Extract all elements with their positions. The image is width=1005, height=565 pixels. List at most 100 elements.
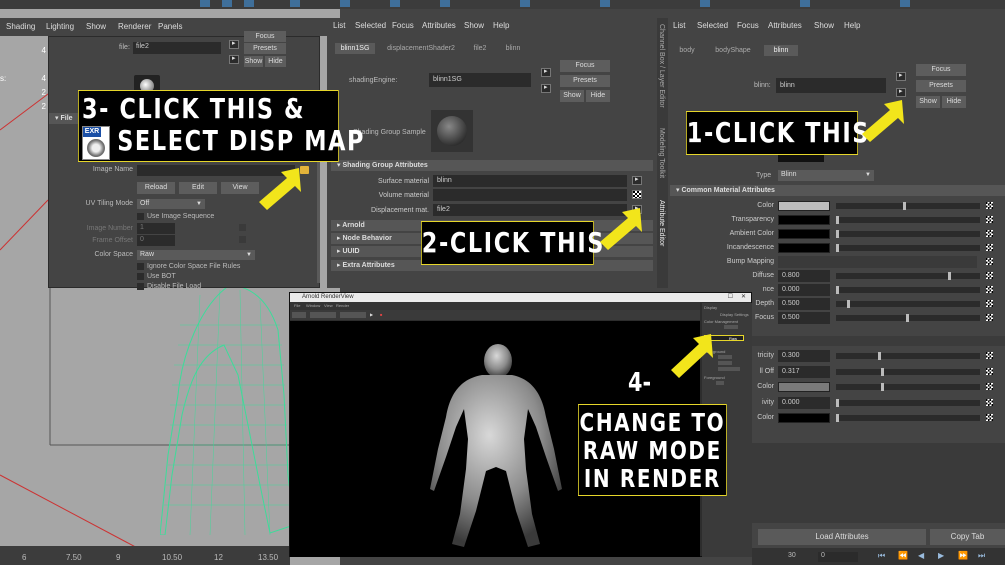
show-button[interactable]: Show — [916, 96, 940, 108]
attr-slider[interactable] — [836, 398, 980, 407]
close-icon[interactable]: ✕ — [741, 293, 746, 302]
slider-knob[interactable] — [948, 272, 951, 280]
volume-material-field[interactable] — [433, 189, 627, 201]
attr-slider[interactable] — [836, 216, 980, 224]
attr-slider[interactable] — [836, 286, 980, 294]
attr-number-field[interactable]: 0.500 — [778, 298, 830, 310]
menu-renderer[interactable]: Renderer — [118, 22, 151, 31]
attr-field[interactable] — [778, 256, 977, 268]
blinn-node-field[interactable]: blinn — [776, 78, 886, 93]
map-button-checker-icon[interactable] — [986, 398, 993, 406]
go-start-icon[interactable]: ⏮ — [878, 551, 885, 561]
map-button-checker-icon[interactable] — [986, 414, 993, 421]
menu-selected[interactable]: Selected — [355, 21, 386, 30]
menu-help[interactable]: Help — [844, 21, 860, 30]
shading-engine-field[interactable]: blinn1SG — [429, 73, 531, 87]
attr-number-field[interactable]: 0.500 — [778, 312, 830, 324]
menu-view[interactable]: View — [324, 303, 333, 308]
show-button[interactable]: Show — [560, 90, 584, 102]
section-file[interactable]: ▾ File — [49, 113, 79, 124]
slider-knob[interactable] — [906, 314, 909, 322]
menu-show[interactable]: Show — [814, 21, 834, 30]
stop-icon[interactable]: ■ — [380, 312, 382, 317]
map-button-checker-icon[interactable] — [986, 286, 993, 293]
menu-help[interactable]: Help — [493, 21, 509, 30]
tool-icon[interactable] — [600, 0, 610, 7]
attr-number-field[interactable]: 0.300 — [778, 350, 830, 362]
hide-button[interactable]: Hide — [265, 56, 286, 67]
map-button-checker-icon[interactable] — [986, 216, 993, 223]
attr-slider[interactable] — [836, 414, 980, 422]
view-button[interactable]: View — [221, 182, 259, 194]
menu-shading[interactable]: Shading — [6, 22, 35, 31]
tool-icon[interactable] — [290, 0, 300, 7]
menu-render[interactable]: Render — [336, 303, 349, 308]
foreground-field[interactable] — [716, 381, 724, 385]
tab-displacement-shader[interactable]: displacementShader2 — [381, 43, 461, 54]
color-space-dropdown[interactable]: Raw ▼ — [137, 250, 255, 260]
image-number-field[interactable]: 1 — [137, 223, 175, 234]
slider-knob[interactable] — [878, 352, 881, 360]
color-swatch[interactable] — [778, 229, 830, 239]
map-button-checker-icon[interactable] — [986, 314, 993, 321]
tool-icon[interactable] — [520, 0, 530, 7]
background-color[interactable] — [718, 361, 732, 365]
image-number-key-icon[interactable] — [239, 224, 246, 231]
color-swatch[interactable] — [778, 201, 830, 211]
character-mesh[interactable] — [160, 285, 305, 535]
tool-icon[interactable] — [900, 0, 910, 7]
background-slider[interactable] — [718, 367, 740, 371]
surface-material-connection-button[interactable] — [632, 175, 642, 185]
color-swatch[interactable] — [778, 243, 830, 253]
file-name-field[interactable]: file2 — [133, 42, 221, 54]
show-button[interactable]: Show — [244, 56, 263, 67]
menu-attributes[interactable]: Attributes — [768, 21, 802, 30]
edit-button[interactable]: Edit — [179, 182, 217, 194]
slider-knob[interactable] — [847, 300, 850, 308]
section-common-material-attributes[interactable]: ▾ Common Material Attributes — [670, 185, 1005, 196]
go-end-icon[interactable]: ⏭ — [978, 551, 985, 561]
surface-material-field[interactable]: blinn — [433, 175, 627, 187]
color-swatch[interactable] — [778, 215, 830, 225]
menu-lighting[interactable]: Lighting — [46, 22, 74, 31]
map-button-checker-icon[interactable] — [986, 352, 993, 359]
timeline[interactable]: 6 7.50 9 10.50 12 13.50 — [0, 546, 290, 565]
sg-input-connection-button[interactable] — [541, 67, 551, 77]
tab-attribute-editor[interactable]: Attribute Editor — [658, 200, 665, 246]
tool-icon[interactable] — [340, 0, 350, 7]
section-shading-group-attributes[interactable]: ▾ Shading Group Attributes — [331, 160, 653, 171]
attr-number-field[interactable]: 0.317 — [778, 365, 830, 378]
blinn-input-connection-button[interactable] — [896, 71, 906, 81]
tool-icon[interactable] — [700, 0, 710, 7]
tab-blinn1sg[interactable]: blinn1SG — [335, 43, 375, 54]
menu-list[interactable]: List — [333, 21, 345, 30]
tab-modeling-toolkit[interactable]: Modeling Toolkit — [658, 128, 665, 178]
attr-slider[interactable] — [836, 314, 980, 322]
color-swatch[interactable] — [778, 413, 830, 423]
play-forward-icon[interactable]: ▶ — [938, 551, 944, 560]
menu-selected[interactable]: Selected — [697, 21, 728, 30]
hide-button[interactable]: Hide — [942, 96, 966, 108]
map-button-checker-icon[interactable] — [986, 244, 993, 251]
menu-file[interactable]: File — [294, 303, 300, 308]
attr-slider[interactable] — [836, 230, 980, 238]
tool-icon[interactable] — [222, 0, 232, 7]
slider-knob[interactable] — [836, 230, 839, 238]
attr-slider[interactable] — [836, 244, 980, 252]
uv-tiling-dropdown[interactable]: Off ▼ — [137, 199, 205, 209]
gain-field[interactable] — [724, 325, 738, 329]
map-button-checker-icon[interactable] — [986, 202, 993, 209]
maximize-icon[interactable]: ☐ — [728, 293, 733, 302]
attr-slider[interactable] — [836, 367, 980, 376]
map-button-checker-icon[interactable] — [986, 383, 993, 390]
tool-icon[interactable] — [390, 0, 400, 7]
type-dropdown[interactable]: Blinn ▼ — [778, 170, 874, 181]
focus-button[interactable]: Focus — [244, 31, 286, 42]
menu-list[interactable]: List — [673, 21, 685, 30]
attr-slider[interactable] — [836, 272, 980, 280]
slider-knob[interactable] — [903, 202, 906, 210]
menu-focus[interactable]: Focus — [737, 21, 759, 30]
attr-number-field[interactable]: 0.000 — [778, 396, 830, 409]
map-button-checker-icon[interactable] — [986, 300, 993, 307]
use-image-sequence-checkbox[interactable] — [137, 213, 144, 220]
